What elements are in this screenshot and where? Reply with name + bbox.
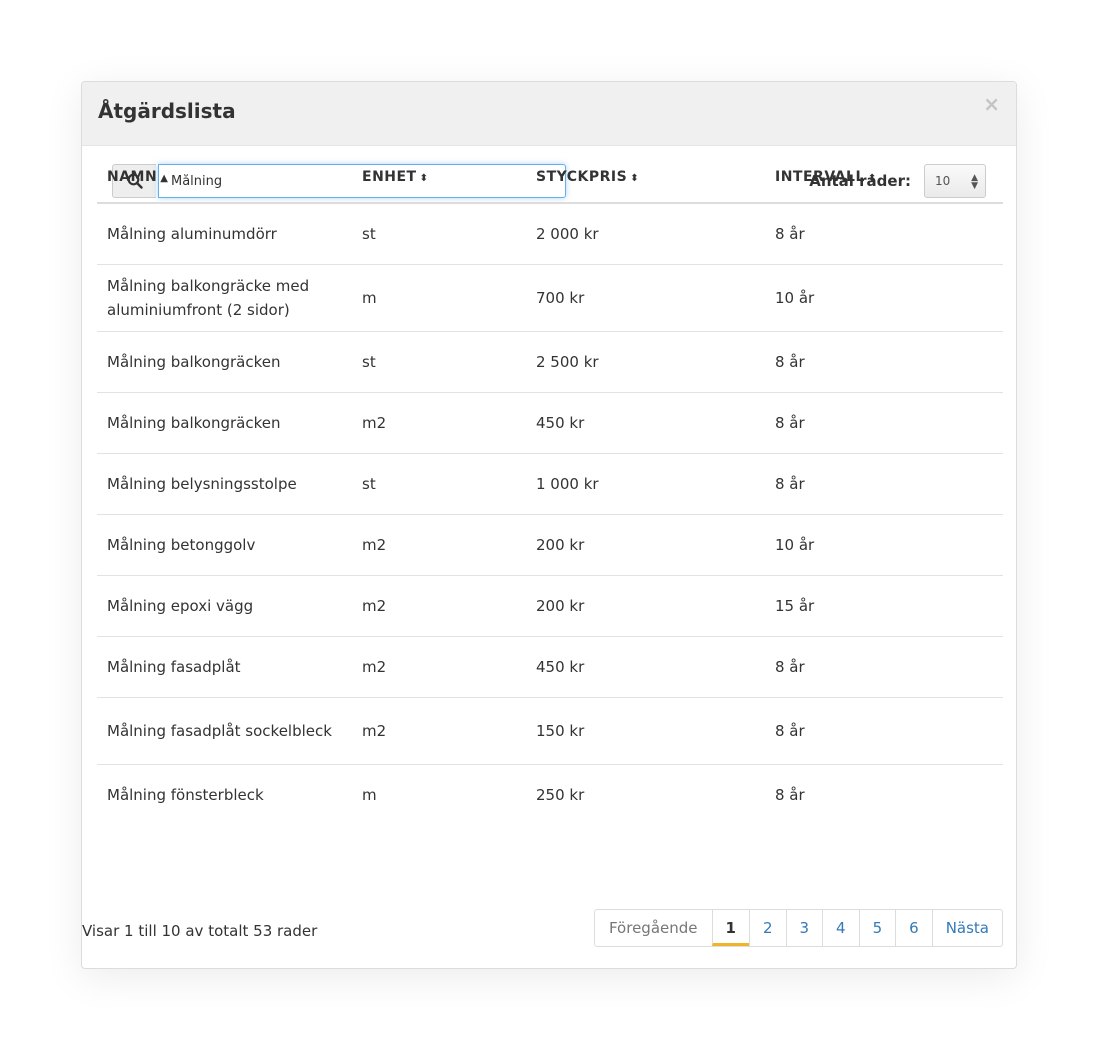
cell-price: 250 kr [536, 786, 585, 804]
cell-name: Målning fasadplåt sockelbleck [97, 697, 352, 765]
sort-icon: ⬍ [867, 173, 877, 184]
table-row[interactable]: Målning epoxi vägg m2 200 kr 15 år [97, 575, 1003, 637]
cell-unit: m2 [352, 636, 526, 698]
cell-price: 450 kr [526, 636, 765, 698]
cell-unit: m2 [352, 575, 526, 637]
table-row[interactable]: Målning belysningsstolpe st 1 000 kr 8 å… [97, 453, 1003, 515]
previous-page-button[interactable]: Föregående [595, 910, 712, 946]
cell-interval: 8 år [765, 697, 1003, 765]
cell-name: Målning belysningsstolpe [97, 453, 352, 515]
cell-price: 450 kr [526, 392, 765, 454]
cell-price: 2 500 kr [526, 331, 765, 393]
actions-table: NAMN ▲ ENHET ⬍ STYCKPRIS ⬍ INTERVALL ⬍ Målni… [97, 152, 1003, 825]
cell-name: Målning balkongräcken [97, 392, 352, 454]
table-row[interactable]: Målning betonggolv m2 200 kr 10 år [97, 514, 1003, 576]
next-page-button[interactable]: Nästa [931, 910, 1002, 946]
cell-name: Målning aluminumdörr [97, 203, 352, 265]
sort-icon: ⬍ [630, 173, 640, 184]
pagination: Föregående 1 2 3 4 5 6 Nästa [593, 909, 1003, 947]
cell-interval: 8 år [765, 453, 1003, 515]
close-button[interactable]: × [983, 94, 1000, 114]
page-button-1[interactable]: 1 [711, 910, 749, 946]
column-header-name[interactable]: NAMN ▲ [97, 152, 352, 204]
cell-interval: 8 år [765, 392, 1003, 454]
header-label: ENHET [362, 169, 417, 185]
column-header-interval[interactable]: INTERVALL ⬍ [765, 152, 1003, 204]
cell-unit: m2 [352, 392, 526, 454]
cell-interval: 8 år [775, 786, 805, 804]
cell-interval: 8 år [765, 203, 1003, 265]
cell-name: Målning fasadplåt [97, 636, 352, 698]
cell-price: 700 kr [526, 264, 765, 332]
cell-interval: 8 år [765, 636, 1003, 698]
table-row[interactable]: Målning fönsterbleck m 250 kr 8 år [97, 765, 1003, 826]
cell-unit: m2 [352, 697, 526, 765]
table-row[interactable]: Målning fasadplåt m2 450 kr 8 år [97, 636, 1003, 698]
action-list-modal: Åtgärdslista × Antal rader: 10 ▲▼ NAMN▲ … [81, 81, 1017, 969]
cell-price: 2 000 kr [526, 203, 765, 265]
sort-icon: ⬍ [419, 173, 429, 184]
table-header-row: NAMN ▲ ENHET ⬍ STYCKPRIS ⬍ INTERVALL ⬍ [97, 152, 1003, 204]
cell-interval: 10 år [765, 264, 1003, 332]
table-row[interactable]: Målning balkongräcke med aluminiumfront … [97, 264, 1003, 332]
cell-interval: 15 år [765, 575, 1003, 637]
cell-interval: 10 år [765, 514, 1003, 576]
page-button-6[interactable]: 6 [895, 910, 932, 946]
header-label: INTERVALL [775, 169, 865, 185]
page-button-3[interactable]: 3 [785, 910, 823, 946]
cell-interval: 8 år [765, 331, 1003, 393]
cell-name: Målning balkongräcke med aluminiumfront … [97, 264, 352, 332]
column-header-price[interactable]: STYCKPRIS ⬍ [526, 152, 765, 204]
cell-unit: st [352, 453, 526, 515]
sort-ascending-icon: ▲ [160, 173, 169, 184]
cell-price: 1 000 kr [526, 453, 765, 515]
cell-price: 200 kr [526, 575, 765, 637]
table-row[interactable]: Målning balkongräcken st 2 500 kr 8 år [97, 331, 1003, 393]
cell-unit: m [352, 264, 526, 332]
table-row[interactable]: Målning aluminumdörr st 2 000 kr 8 år [97, 203, 1003, 265]
cell-price: 200 kr [526, 514, 765, 576]
cell-name: Målning fönsterbleck [107, 786, 264, 804]
cell-unit: m2 [352, 514, 526, 576]
cell-name: Målning epoxi vägg [97, 575, 352, 637]
modal-header: Åtgärdslista × [82, 82, 1016, 146]
page-button-5[interactable]: 5 [858, 910, 896, 946]
cell-unit: st [352, 331, 526, 393]
page-button-4[interactable]: 4 [822, 910, 859, 946]
column-header-unit[interactable]: ENHET ⬍ [352, 152, 526, 204]
page-button-2[interactable]: 2 [748, 910, 786, 946]
table-row[interactable]: Målning balkongräcken m2 450 kr 8 år [97, 392, 1003, 454]
header-label: STYCKPRIS [536, 169, 628, 185]
cell-name: Målning betonggolv [97, 514, 352, 576]
pagination-info: Visar 1 till 10 av totalt 53 rader [82, 922, 318, 940]
header-label: NAMN [107, 169, 158, 185]
cell-unit: st [352, 203, 526, 265]
cell-price: 150 kr [526, 697, 765, 765]
modal-title: Åtgärdslista [98, 99, 236, 123]
table-footer: Visar 1 till 10 av totalt 53 rader Föreg… [82, 909, 1003, 949]
table-row[interactable]: Målning fasadplåt sockelbleck m2 150 kr … [97, 697, 1003, 765]
cell-unit: m [362, 786, 377, 804]
cell-name: Målning balkongräcken [97, 331, 352, 393]
